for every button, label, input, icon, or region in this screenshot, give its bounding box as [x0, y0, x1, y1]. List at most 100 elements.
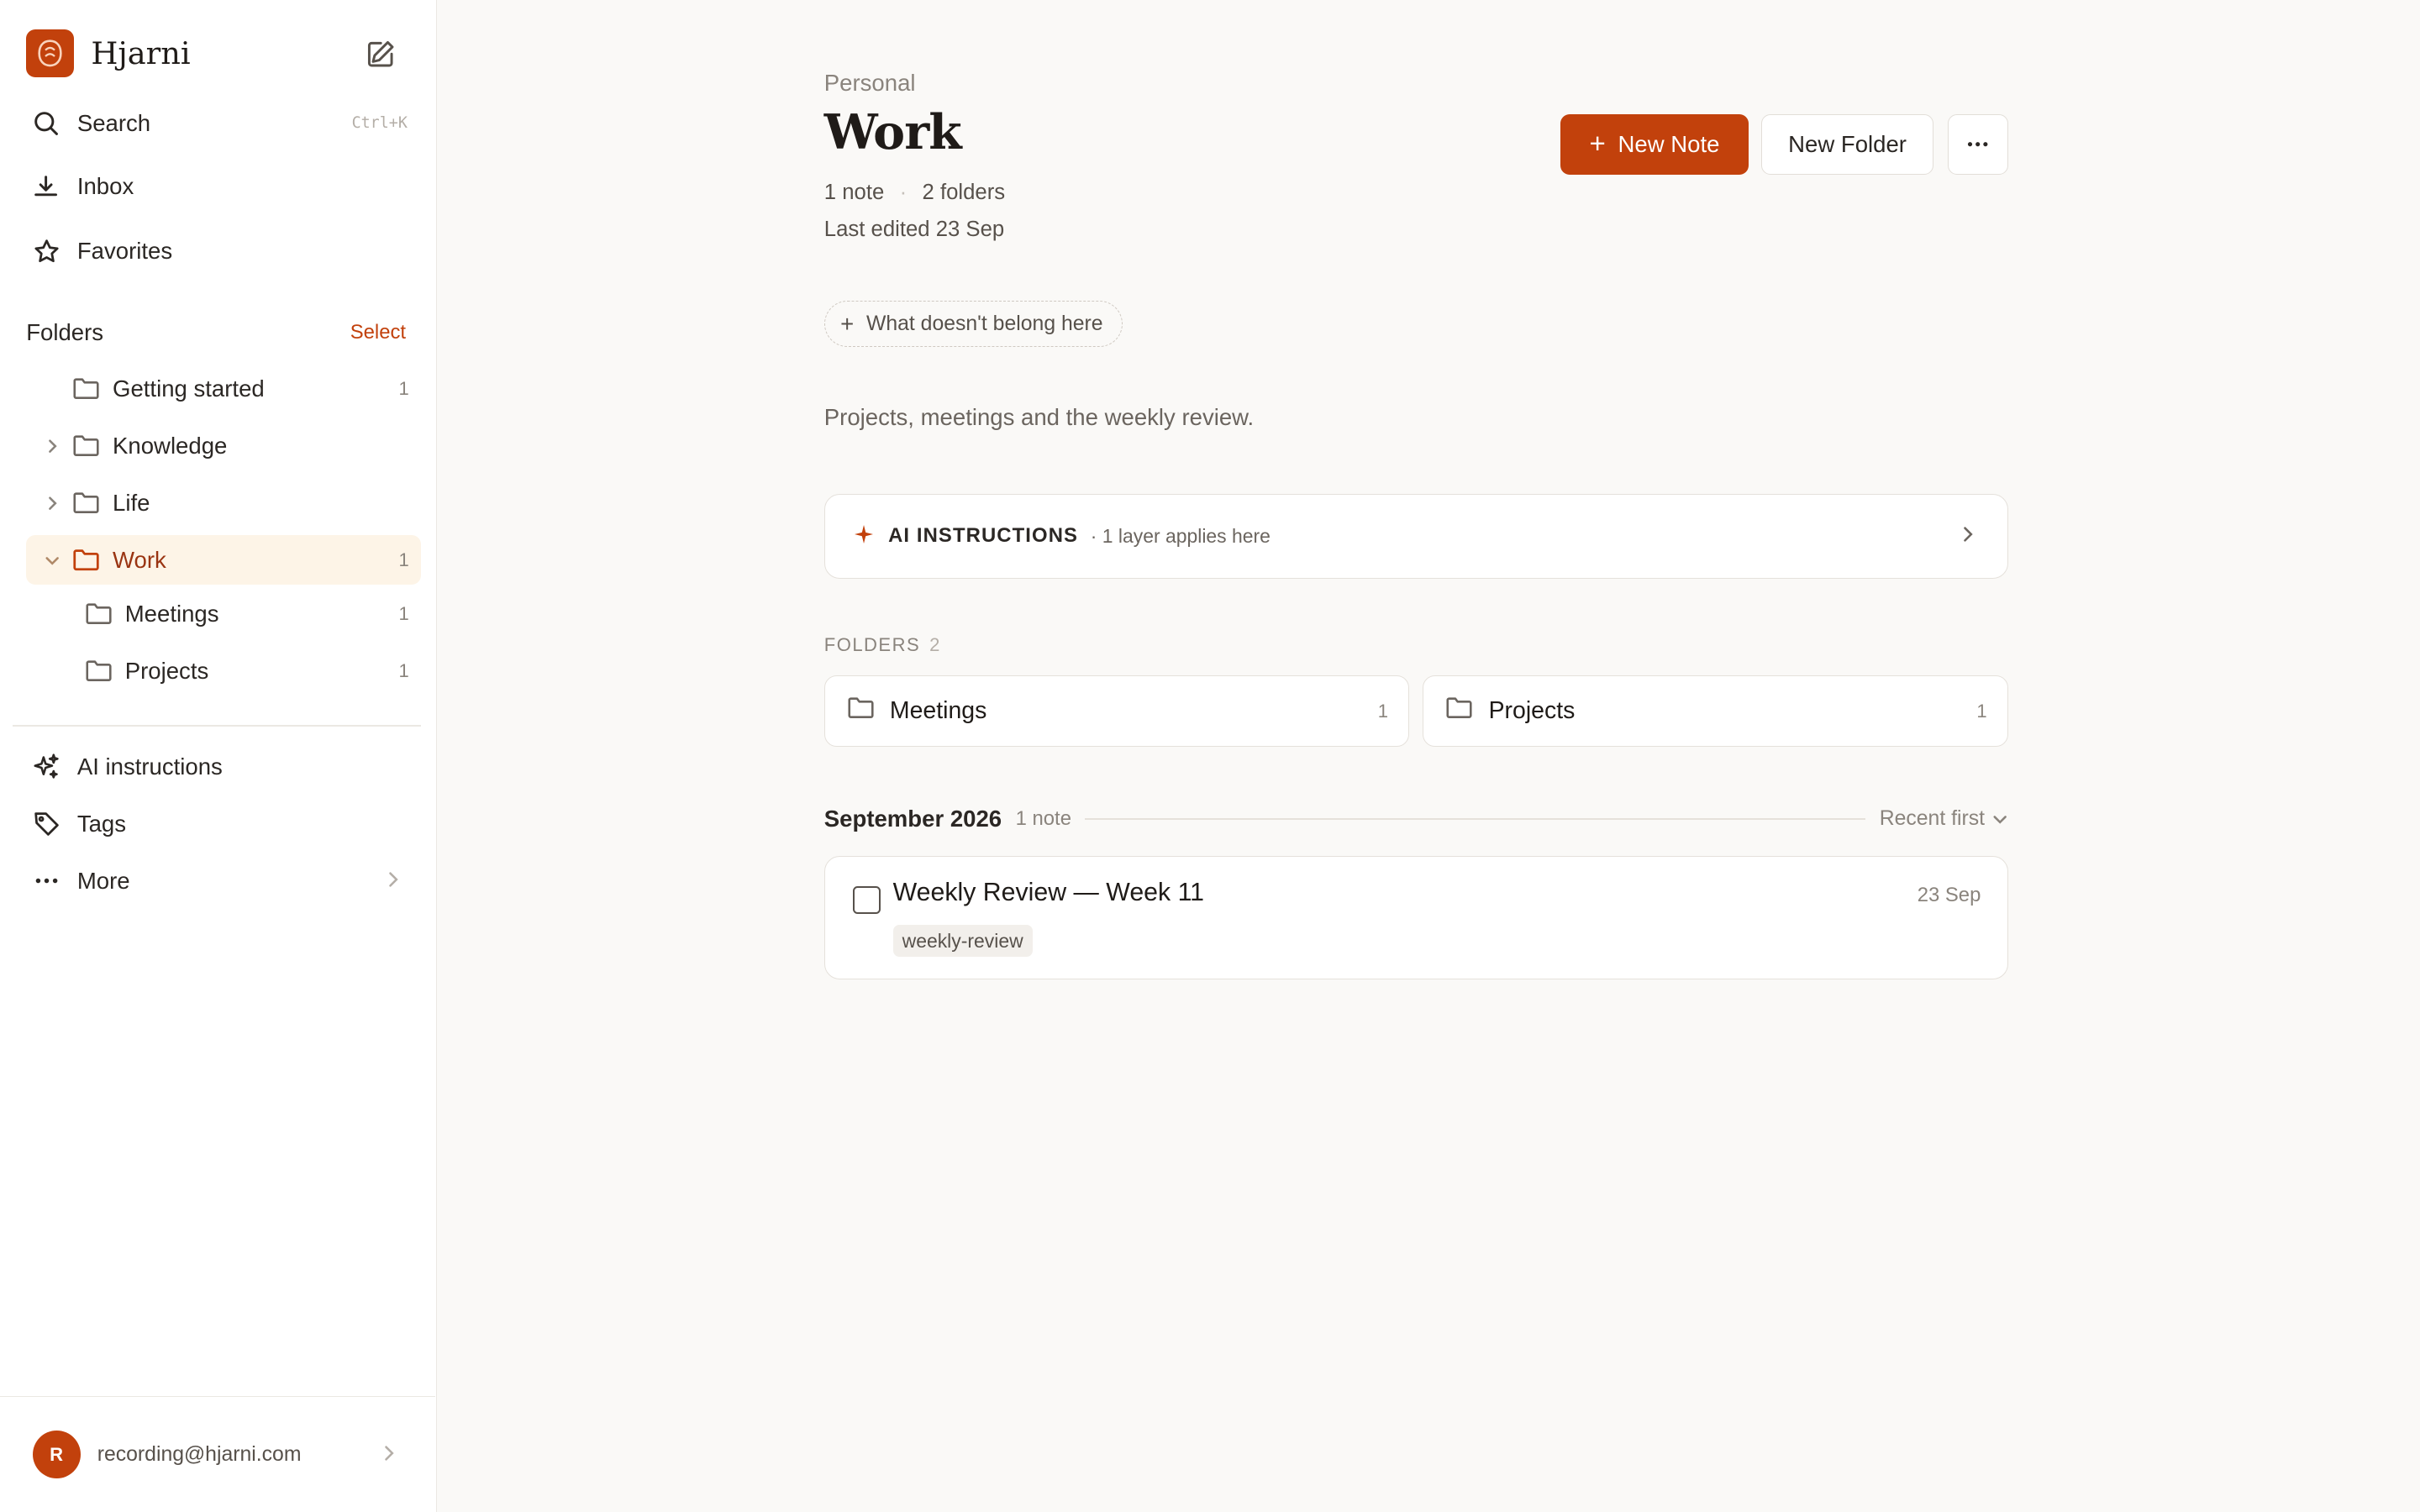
folders-select-button[interactable]: Select	[350, 321, 406, 344]
ai-card-subtitle: · 1 layer applies here	[1090, 524, 1270, 547]
exclude-rule-button[interactable]: + What doesn't belong here	[823, 301, 1123, 348]
nav-more[interactable]: More	[31, 858, 408, 904]
sidebar-folder-label: Projects	[124, 657, 209, 684]
last-edited: Last edited 23 Sep	[823, 217, 1005, 241]
folders-section-header: Folders Select	[26, 319, 406, 346]
sidebar-divider	[12, 725, 422, 727]
nav-tags[interactable]: Tags	[31, 801, 408, 847]
subfolder-card-projects[interactable]: Projects 1	[1423, 675, 2008, 747]
account-email: recording@hjarni.com	[97, 1442, 302, 1466]
note-date: 23 Sep	[1917, 883, 1981, 906]
nav-favorites-label: Favorites	[76, 238, 173, 265]
plus-icon: +	[1589, 129, 1606, 160]
nav-inbox-label: Inbox	[76, 173, 134, 200]
caret-spacer	[51, 378, 73, 400]
ai-instructions-card[interactable]: AI INSTRUCTIONS · 1 layer applies here	[823, 493, 2008, 579]
folder-icon	[1445, 696, 1473, 727]
note-tag[interactable]: weekly-review	[892, 925, 1033, 958]
sort-dropdown[interactable]: Recent first	[1880, 807, 2008, 831]
subfolder-card-count: 1	[1377, 700, 1389, 722]
page-title: Work	[823, 104, 962, 160]
note-count: 1 note	[823, 180, 885, 204]
subfolder-card-label: Meetings	[889, 697, 987, 725]
brand-name: Hjarni	[91, 34, 191, 71]
folder-icon	[72, 376, 100, 401]
star-icon	[31, 236, 62, 267]
breadcrumb[interactable]: Personal	[824, 70, 916, 97]
more-options-button[interactable]	[1947, 113, 2008, 175]
subfolder-card-meetings[interactable]: Meetings 1	[823, 675, 1409, 747]
folder-count: 2 folders	[922, 180, 1006, 204]
subfolder-card-label: Projects	[1488, 697, 1576, 725]
notes-group-month: September 2026	[823, 805, 1002, 832]
chevron-right-icon[interactable]	[42, 435, 64, 457]
note-select-checkbox[interactable]	[852, 886, 881, 915]
folder-description: Projects, meetings and the weekly review…	[823, 404, 1255, 431]
nav-inbox[interactable]: Inbox	[31, 164, 408, 210]
compose-icon[interactable]	[364, 37, 397, 71]
note-title: Weekly Review — Week 11	[892, 879, 1205, 907]
sidebar-folder-count: 1	[398, 549, 409, 570]
subfolders-count: 2	[929, 633, 941, 655]
account-menu[interactable]: R recording@hjarni.com	[0, 1396, 435, 1512]
folder-meta: 1 note · 2 folders	[824, 181, 1005, 205]
notes-group-count: 1 note	[1015, 806, 1071, 830]
sidebar-folder-label: Knowledge	[113, 432, 228, 459]
meta-separator: ·	[899, 180, 908, 204]
sidebar-folder-label: Life	[113, 489, 150, 516]
sidebar-folder-projects[interactable]: Projects 1	[26, 647, 421, 696]
subfolder-card-count: 1	[1976, 700, 1987, 722]
new-note-label: New Note	[1618, 130, 1720, 157]
chevron-right-icon[interactable]	[42, 492, 64, 514]
plus-icon: +	[840, 310, 855, 337]
more-horizontal-icon	[1967, 142, 1988, 147]
chevron-right-icon	[381, 1441, 397, 1469]
header-actions: + New Note New Folder	[1560, 113, 2008, 175]
sidebar-folder-getting-started[interactable]: Getting started 1	[26, 364, 421, 413]
nav-tags-label: Tags	[76, 810, 127, 837]
nav-more-label: More	[76, 867, 130, 894]
subfolders-header: FOLDERS 2	[824, 634, 941, 656]
nav-search-label: Search	[76, 109, 151, 136]
sidebar-folder-count: 1	[398, 377, 409, 399]
group-divider-line	[1085, 817, 1866, 820]
app-root: Hjarni Search Ctrl+K Inbox Favorites Fol…	[0, 0, 2420, 1512]
folder-icon	[72, 433, 100, 458]
folder-open-icon	[72, 548, 100, 572]
sidebar-folder-count: 1	[398, 603, 409, 624]
nav-ai-label: AI instructions	[76, 753, 223, 780]
brand[interactable]: Hjarni	[26, 29, 191, 77]
new-folder-button[interactable]: New Folder	[1760, 113, 1934, 175]
avatar: R	[32, 1431, 81, 1479]
new-note-button[interactable]: + New Note	[1560, 113, 1749, 175]
sort-label: Recent first	[1879, 806, 1986, 830]
chevron-right-icon	[1960, 522, 1975, 550]
main-content: Personal Work 1 note · 2 folders Last ed…	[437, 0, 2420, 1512]
chevron-down-icon	[1993, 815, 2007, 824]
sidebar-folder-label: Work	[113, 546, 166, 573]
subfolders-title: FOLDERS	[823, 633, 921, 655]
folder-icon	[85, 601, 113, 626]
sparkle-icon	[854, 522, 873, 550]
sidebar-folder-knowledge[interactable]: Knowledge	[26, 421, 421, 470]
chevron-right-icon	[386, 867, 401, 895]
sidebar-folder-life[interactable]: Life	[26, 478, 421, 528]
chevron-down-icon[interactable]	[42, 549, 64, 571]
more-horizontal-icon	[31, 865, 62, 896]
sidebar-folder-label: Getting started	[113, 375, 265, 402]
sidebar-folder-count: 1	[398, 659, 409, 681]
nav-ai-instructions[interactable]: AI instructions	[31, 743, 408, 790]
folder-icon	[85, 659, 113, 683]
nav-search[interactable]: Search Ctrl+K	[31, 100, 408, 146]
folders-section-title: Folders	[26, 319, 104, 346]
sidebar-folder-meetings[interactable]: Meetings 1	[26, 590, 421, 639]
note-card[interactable]: Weekly Review — Week 11 23 Sep weekly-re…	[823, 856, 2008, 980]
nav-favorites[interactable]: Favorites	[31, 228, 408, 275]
folder-icon	[847, 696, 875, 727]
exclude-rule-label: What doesn't belong here	[865, 312, 1103, 335]
tag-icon	[31, 808, 62, 839]
notes-group-header: September 2026 1 note Recent first	[824, 806, 2008, 832]
sparkles-icon	[31, 751, 62, 782]
sidebar-folder-work[interactable]: Work 1	[26, 535, 422, 585]
sidebar-folder-label: Meetings	[124, 601, 219, 627]
